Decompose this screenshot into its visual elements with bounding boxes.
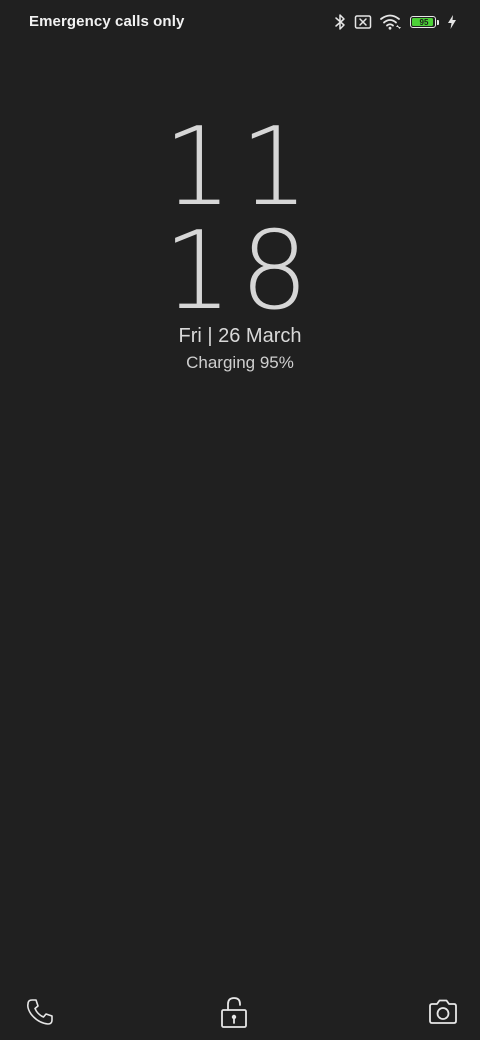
no-sim-icon xyxy=(354,14,372,30)
clock-hours: 11 xyxy=(163,105,317,230)
carrier-text: Emergency calls only xyxy=(29,13,185,30)
date-text: Fri | 26 March xyxy=(178,325,302,347)
status-bar: Emergency calls only 95 xyxy=(0,0,480,44)
status-icons: 95 xyxy=(334,12,456,32)
charging-bolt-icon xyxy=(448,15,456,29)
unlock-button[interactable] xyxy=(212,990,256,1034)
wifi-icon xyxy=(380,14,402,30)
battery-level-text: 95 xyxy=(419,18,429,27)
phone-shortcut-button[interactable] xyxy=(18,990,62,1034)
clock-minutes: 18 xyxy=(163,209,317,334)
charging-status-text: Charging 95% xyxy=(186,353,294,372)
unlock-icon xyxy=(221,997,247,1028)
phone-icon xyxy=(27,999,53,1025)
camera-shortcut-button[interactable] xyxy=(421,990,465,1034)
bluetooth-icon xyxy=(334,13,346,31)
battery-icon: 95 xyxy=(410,16,440,28)
camera-icon xyxy=(429,999,457,1024)
